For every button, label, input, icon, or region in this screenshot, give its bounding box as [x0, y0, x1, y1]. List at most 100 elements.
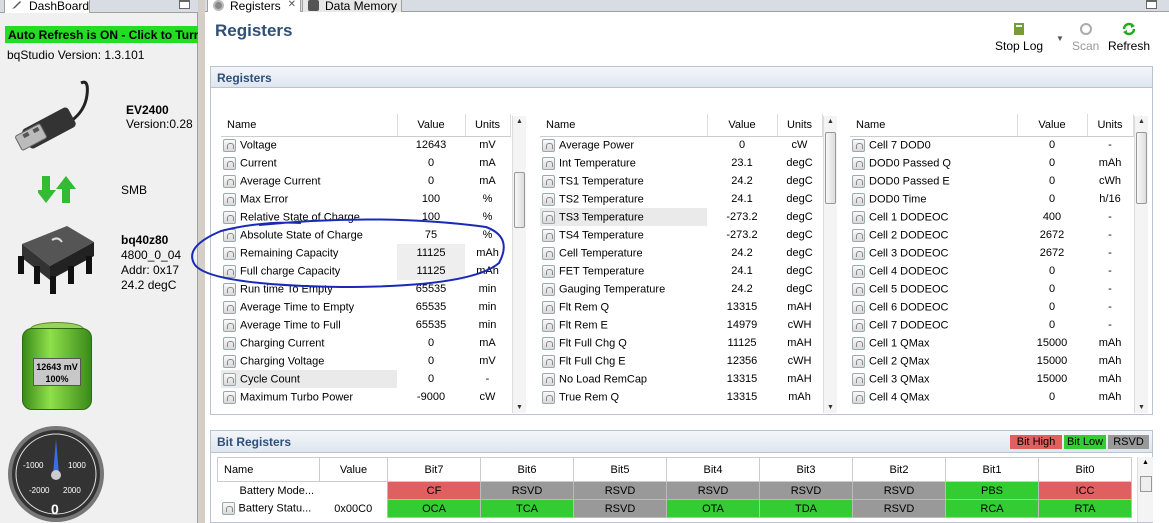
register-name-cell[interactable]: TS4 Temperature: [540, 226, 707, 244]
register-name-cell[interactable]: Cell 2 QMax: [850, 352, 1017, 370]
register-name-cell[interactable]: TS1 Temperature: [540, 172, 707, 190]
bit-column-header[interactable]: Bit7: [387, 457, 481, 482]
register-row[interactable]: Average Current 0 mA: [221, 172, 510, 190]
register-name-cell[interactable]: TS3 Temperature: [540, 208, 707, 226]
register-row[interactable]: Maximum Turbo Power -9000 cW: [221, 388, 510, 406]
scroll-down-icon[interactable]: ▼: [1138, 404, 1145, 411]
minimize-button[interactable]: [179, 0, 190, 9]
bit-cell[interactable]: OTA: [666, 499, 760, 518]
register-name-cell[interactable]: Max Error: [221, 190, 397, 208]
lock-icon[interactable]: [852, 156, 865, 170]
column-header-name[interactable]: Name: [850, 114, 1018, 137]
register-name-cell[interactable]: Average Power: [540, 136, 707, 154]
register-row[interactable]: DOD0 Time 0 h/16: [850, 190, 1133, 208]
bit-registers-scrollbar[interactable]: ▲: [1137, 457, 1153, 522]
lock-icon[interactable]: [542, 174, 555, 188]
tab-dashboard[interactable]: DashBoard: [4, 0, 90, 13]
lock-icon[interactable]: [542, 138, 555, 152]
bit-register-row[interactable]: Battery Statu... 0x00C0 OCA TCA RSVD OTA TDA RS…: [218, 499, 1132, 518]
bit-column-header[interactable]: Value: [319, 457, 388, 482]
lock-icon[interactable]: [852, 246, 865, 260]
register-name-cell[interactable]: Int Temperature: [540, 154, 707, 172]
lock-icon[interactable]: [542, 192, 555, 206]
bit-cell[interactable]: RSVD: [573, 481, 667, 500]
register-row[interactable]: Cell 3 QMax 15000 mAh: [850, 370, 1133, 388]
lock-icon[interactable]: [542, 300, 555, 314]
lock-icon[interactable]: [221, 502, 235, 515]
register-name-cell[interactable]: Charging Voltage: [221, 352, 397, 370]
registers-table-2-scrollbar[interactable]: ▲ ▼: [823, 116, 837, 413]
lock-icon[interactable]: [852, 336, 865, 350]
register-row[interactable]: DOD0 Passed E 0 cWh: [850, 172, 1133, 190]
register-name-cell[interactable]: Cycle Count: [221, 370, 397, 388]
register-row[interactable]: Average Time to Empty 65535 min: [221, 298, 510, 316]
register-row[interactable]: Cycle Count 0 -: [221, 370, 510, 388]
scroll-up-icon[interactable]: ▲: [1142, 459, 1149, 466]
bit-cell[interactable]: RCA: [945, 499, 1039, 518]
register-name-cell[interactable]: Flt Rem E: [540, 316, 707, 334]
column-header-name[interactable]: Name: [221, 114, 398, 137]
tab-data-memory[interactable]: Data Memory: [302, 0, 402, 13]
lock-icon[interactable]: [223, 318, 236, 332]
close-icon[interactable]: ✕: [288, 0, 296, 10]
bit-column-header[interactable]: Bit2: [852, 457, 946, 482]
lock-icon[interactable]: [852, 210, 865, 224]
bit-column-header[interactable]: Bit6: [480, 457, 574, 482]
registers-section-title[interactable]: Registers: [211, 67, 1152, 88]
column-header-value[interactable]: Value: [397, 114, 466, 137]
register-row[interactable]: Charging Voltage 0 mV: [221, 352, 510, 370]
register-row[interactable]: Current 0 mA: [221, 154, 510, 172]
register-row[interactable]: TS1 Temperature 24.2 degC: [540, 172, 822, 190]
register-name-cell[interactable]: Flt Full Chg E: [540, 352, 707, 370]
column-header-units[interactable]: Units: [1087, 114, 1134, 137]
register-row[interactable]: Charging Current 0 mA: [221, 334, 510, 352]
scroll-up-icon[interactable]: ▲: [1138, 118, 1145, 125]
lock-icon[interactable]: [223, 300, 236, 314]
register-name-cell[interactable]: Cell 3 QMax: [850, 370, 1017, 388]
lock-icon[interactable]: [223, 354, 236, 368]
register-name-cell[interactable]: Cell 3 DODEOC: [850, 244, 1017, 262]
lock-icon[interactable]: [852, 264, 865, 278]
register-name-cell[interactable]: Cell 4 QMax: [850, 388, 1017, 406]
bit-register-name-cell[interactable]: Battery Statu...: [218, 500, 320, 518]
lock-icon[interactable]: [852, 282, 865, 296]
register-name-cell[interactable]: Cell 5 DODEOC: [850, 280, 1017, 298]
register-name-cell[interactable]: Cell Temperature: [540, 244, 707, 262]
lock-icon[interactable]: [223, 156, 236, 170]
bit-cell[interactable]: RSVD: [852, 481, 946, 500]
lock-icon[interactable]: [852, 318, 865, 332]
register-name-cell[interactable]: TS2 Temperature: [540, 190, 707, 208]
scroll-up-icon[interactable]: ▲: [516, 118, 523, 125]
scroll-down-icon[interactable]: ▼: [827, 404, 834, 411]
bit-cell[interactable]: RSVD: [852, 499, 946, 518]
bit-cell[interactable]: RSVD: [573, 499, 667, 518]
register-row[interactable]: No Load RemCap 13315 mAH: [540, 370, 822, 388]
register-row[interactable]: Cell 2 DODEOC 2672 -: [850, 226, 1133, 244]
scrollbar-thumb[interactable]: [825, 132, 836, 204]
column-header-value[interactable]: Value: [707, 114, 778, 137]
tab-registers[interactable]: Registers ✕: [207, 0, 301, 13]
register-row[interactable]: TS2 Temperature 24.1 degC: [540, 190, 822, 208]
bit-cell[interactable]: CF: [387, 481, 481, 500]
column-header-units[interactable]: Units: [777, 114, 823, 137]
bit-cell[interactable]: OCA: [387, 499, 481, 518]
register-name-cell[interactable]: Gauging Temperature: [540, 280, 707, 298]
register-name-cell[interactable]: DOD0 Passed E: [850, 172, 1017, 190]
register-name-cell[interactable]: FET Temperature: [540, 262, 707, 280]
register-name-cell[interactable]: Average Time to Empty: [221, 298, 397, 316]
register-name-cell[interactable]: Cell 1 QMax: [850, 334, 1017, 352]
bit-cell[interactable]: RSVD: [480, 481, 574, 500]
bit-cell[interactable]: RSVD: [666, 481, 760, 500]
register-name-cell[interactable]: DOD0 Time: [850, 190, 1017, 208]
register-row[interactable]: TS4 Temperature -273.2 degC: [540, 226, 822, 244]
bit-column-header[interactable]: Bit0: [1038, 457, 1132, 482]
register-name-cell[interactable]: Cell 7 DOD0: [850, 136, 1017, 154]
register-name-cell[interactable]: Cell 7 DODEOC: [850, 316, 1017, 334]
register-row[interactable]: True Rem Q 13315 mAh: [540, 388, 822, 406]
lock-icon[interactable]: [852, 228, 865, 242]
register-name-cell[interactable]: DOD0 Passed Q: [850, 154, 1017, 172]
register-row[interactable]: Cell 4 DODEOC 0 -: [850, 262, 1133, 280]
register-row[interactable]: FET Temperature 24.1 degC: [540, 262, 822, 280]
scrollbar-thumb[interactable]: [1136, 132, 1147, 204]
minimize-button[interactable]: [1146, 0, 1157, 9]
